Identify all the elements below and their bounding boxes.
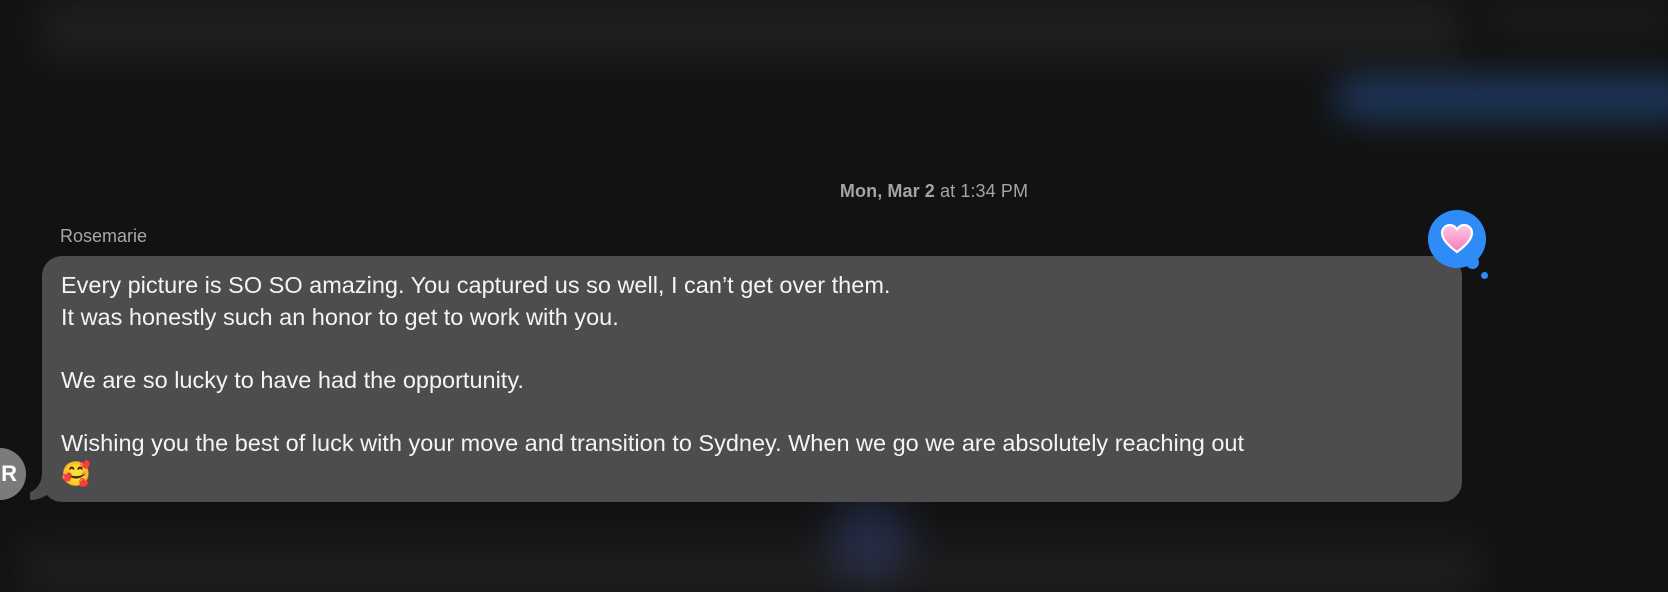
smiling-face-with-hearts-icon: 🥰 [61,461,91,488]
blurred-sent-message [1335,78,1668,118]
blurred-region [1490,0,1668,40]
timestamp-time: at 1:34 PM [940,181,1029,201]
tapback-tail-dot [1466,256,1479,269]
tapback-tail-dot [1481,272,1488,279]
message-timestamp: Mon, Mar 2 at 1:34 PM [0,181,1668,202]
blurred-region [830,500,910,580]
blurred-previous-message [40,0,1460,60]
messages-conversation-view: Mon, Mar 2 at 1:34 PM Rosemarie Every pi… [0,0,1668,592]
message-line: It was honestly such an honor to get to … [61,303,619,330]
message-text[interactable]: Every picture is SO SO amazing. You capt… [61,270,1441,491]
blurred-next-message [20,540,1480,592]
message-line: Wishing you the best of luck with your m… [61,429,1245,456]
sender-name: Rosemarie [60,226,148,246]
heart-icon [1440,223,1474,254]
avatar-initial: R [1,461,17,486]
timestamp-day: Mon, Mar 2 [839,181,935,201]
message-line: We are so lucky to have had the opportun… [61,366,524,393]
message-line: Every picture is SO SO amazing. You capt… [61,272,891,298]
